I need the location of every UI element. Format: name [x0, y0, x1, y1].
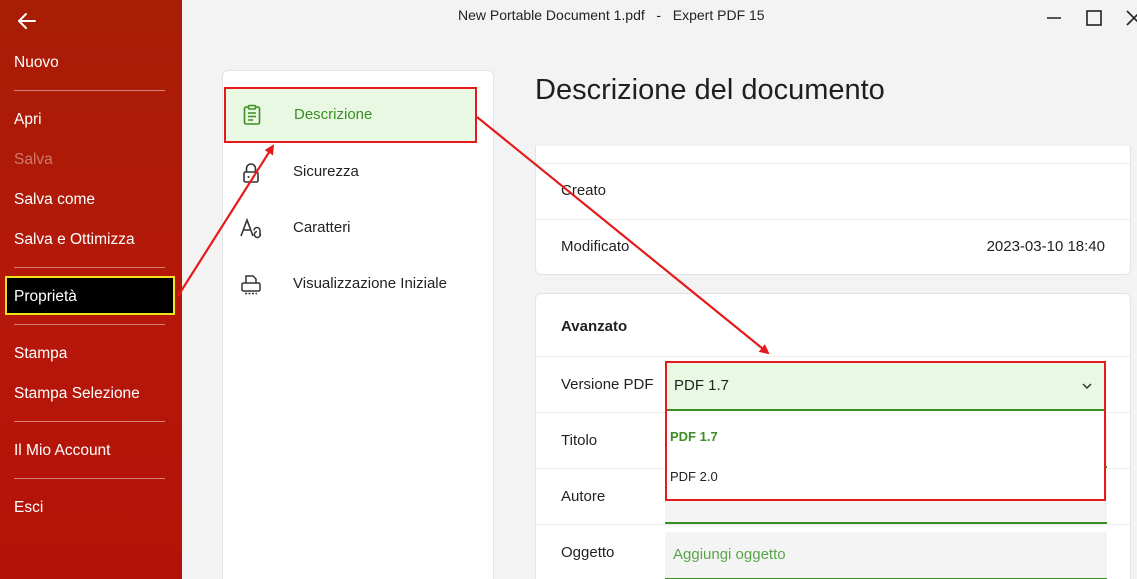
category-sicurezza[interactable]: Sicurezza — [223, 145, 493, 201]
menu-item-stampa[interactable]: Stampa — [14, 345, 67, 363]
category-label: Sicurezza — [293, 163, 359, 180]
pdf-version-value: PDF 1.7 — [674, 377, 730, 394]
menu-item-salva: Salva — [14, 151, 53, 168]
subject-label: Oggetto — [561, 544, 615, 561]
menu-separator — [14, 324, 165, 325]
menu-item-salva-come[interactable]: Salva come — [14, 191, 95, 209]
menu-item-il-mio-account[interactable]: Il Mio Account — [14, 442, 111, 460]
menu-separator — [14, 267, 165, 268]
dates-card: Creato Modificato 2023-03-10 18:40 — [535, 146, 1131, 275]
close-button[interactable] — [1124, 8, 1137, 28]
maximize-icon — [1086, 10, 1102, 26]
lock-icon — [243, 163, 259, 183]
title-bar: New Portable Document 1.pdf - Expert PDF… — [182, 0, 1137, 34]
chevron-down-icon — [1082, 383, 1092, 390]
font-icon — [240, 217, 262, 239]
category-caratteri[interactable]: Caratteri — [223, 201, 493, 257]
subject-placeholder: Aggiungi oggetto — [673, 546, 786, 563]
menu-item-nuovo[interactable]: Nuovo — [14, 54, 59, 72]
pdf-version-label: Versione PDF — [561, 376, 654, 393]
menu-item-salva-e-ottimizza[interactable]: Salva e Ottimizza — [14, 231, 135, 249]
menu-item-apri[interactable]: Apri — [14, 111, 42, 129]
category-label: Descrizione — [294, 106, 373, 123]
advanced-section-title: Avanzato — [561, 318, 628, 335]
menu-item-esci[interactable]: Esci — [14, 499, 43, 517]
minimize-button[interactable] — [1044, 8, 1064, 28]
subject-field[interactable]: Aggiungi oggetto — [665, 532, 1107, 579]
row-separator — [536, 219, 1130, 220]
category-label: Caratteri — [293, 219, 351, 236]
window-title: New Portable Document 1.pdf - Expert PDF… — [458, 7, 765, 23]
back-button[interactable] — [14, 8, 40, 34]
close-icon — [1126, 10, 1137, 26]
maximize-button[interactable] — [1084, 8, 1104, 28]
pdf-version-dropdown[interactable]: PDF 1.7 PDF 1.7 PDF 2.0 — [665, 361, 1106, 501]
created-label: Creato — [561, 182, 607, 199]
title-label: Titolo — [561, 432, 598, 449]
category-label: Visualizzazione Iniziale — [293, 275, 447, 292]
category-visualizzazione-iniziale[interactable]: Visualizzazione Iniziale — [223, 257, 493, 313]
menu-item-proprieta[interactable]: Proprietà — [5, 276, 175, 315]
modified-value: 2023-03-10 18:40 — [986, 238, 1105, 255]
author-label: Autore — [561, 488, 606, 505]
menu-separator — [14, 478, 165, 479]
printer-icon — [241, 275, 261, 295]
menu-separator — [14, 421, 165, 422]
row-separator — [536, 163, 1130, 164]
arrow-left-icon — [18, 13, 36, 29]
pdf-version-select[interactable]: PDF 1.7 — [667, 363, 1104, 411]
menu-separator — [14, 90, 165, 91]
pdf-version-option[interactable]: PDF 2.0 — [670, 469, 718, 484]
row-separator — [536, 356, 1130, 357]
category-panel: Descrizione Sicurezza Caratteri Visualiz… — [222, 70, 494, 579]
minimize-icon — [1047, 17, 1061, 19]
page-title: Descrizione del documento — [535, 74, 885, 106]
backstage-panel: Nuovo Apri Salva Salva come Salva e Otti… — [0, 0, 182, 579]
pdf-version-option[interactable]: PDF 1.7 — [670, 429, 718, 444]
modified-label: Modificato — [561, 238, 630, 255]
menu-item-stampa-selezione[interactable]: Stampa Selezione — [14, 385, 140, 403]
category-descrizione[interactable]: Descrizione — [224, 87, 477, 143]
clipboard-icon — [243, 104, 261, 125]
row-separator — [536, 524, 1130, 525]
